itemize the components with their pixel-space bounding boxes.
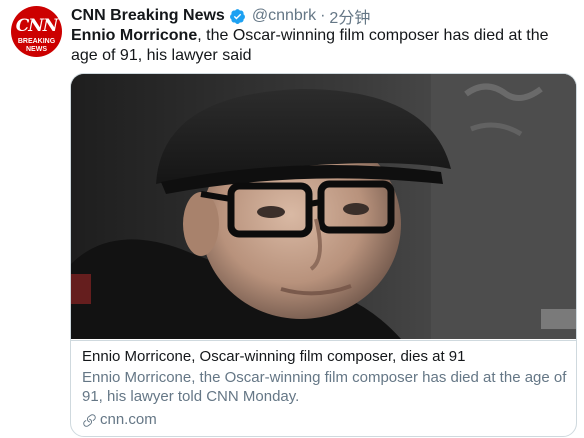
card-body: Ennio Morricone, Oscar-winning film comp… <box>71 340 576 436</box>
handle[interactable]: @cnnbrk <box>252 7 316 25</box>
avatar-sub-line1: BREAKING <box>17 38 56 45</box>
separator-dot: · <box>320 7 326 24</box>
timestamp[interactable]: 2分钟 <box>329 4 370 28</box>
link-icon <box>83 413 96 427</box>
avatar[interactable]: CNN BREAKING NEWS <box>11 6 62 57</box>
tweet-header: CNN Breaking News @cnnbrk · 2分钟 <box>71 5 370 27</box>
card-title[interactable]: Ennio Morricone, Oscar-winning film comp… <box>82 347 567 366</box>
avatar-sub-line2: NEWS <box>26 46 47 53</box>
verified-badge-icon <box>229 8 245 24</box>
display-name[interactable]: CNN Breaking News <box>71 7 225 25</box>
card-domain-text[interactable]: cnn.com <box>100 411 157 429</box>
card-image[interactable] <box>71 74 576 339</box>
card-description: Ennio Morricone, the Oscar-winning film … <box>82 369 567 405</box>
tweet-text: Ennio Morricone, the Oscar-winning film … <box>71 26 576 66</box>
cnn-logo-text: CNN <box>15 16 59 36</box>
link-card[interactable]: Ennio Morricone, Oscar-winning film comp… <box>70 73 577 437</box>
card-domain[interactable]: cnn.com <box>82 411 157 429</box>
portrait-photo <box>71 74 576 339</box>
tweet-bold-name: Ennio Morricone <box>71 27 198 44</box>
